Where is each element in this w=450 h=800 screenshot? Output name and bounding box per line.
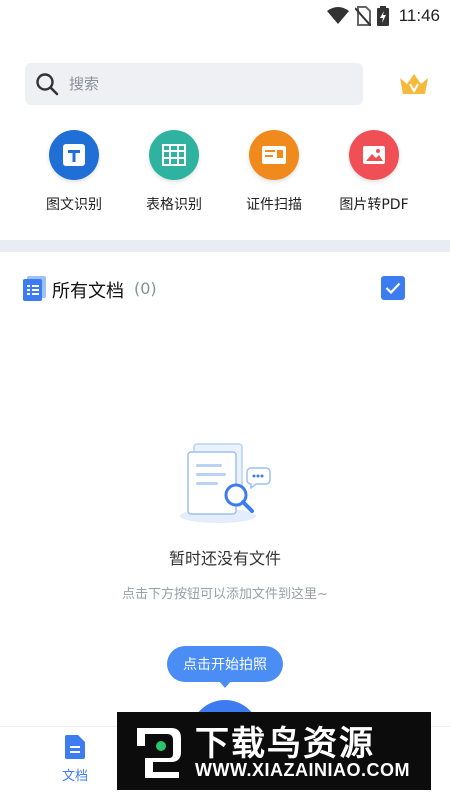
checkmark-icon	[385, 282, 401, 294]
status-icons: 11:46	[326, 6, 440, 26]
documents-count: (0)	[134, 279, 157, 298]
wifi-icon	[326, 7, 349, 24]
vip-crown-icon[interactable]	[397, 70, 431, 98]
empty-state-hint: 点击下方按钮可以添加文件到这里~	[122, 587, 328, 602]
feature-grid: 图文识别 表格识别 证件扫描 图片转PDF	[0, 130, 450, 220]
id-card-icon	[262, 146, 286, 164]
watermark-url: WWW.XIAZAINIAO.COM	[195, 760, 410, 780]
documents-header: 所有文档 (0)	[0, 270, 450, 310]
select-all-checkbox[interactable]	[381, 276, 405, 300]
empty-state-title: 暂时还没有文件	[168, 549, 281, 568]
feature-circle	[249, 130, 299, 180]
search-input[interactable]	[69, 75, 329, 93]
feature-table-recognition[interactable]: 表格识别	[124, 130, 224, 214]
feature-label: 图文识别	[46, 197, 102, 213]
status-bar: 11:46	[0, 0, 450, 32]
status-time: 11:46	[398, 6, 440, 25]
image-icon	[363, 146, 385, 164]
nav-documents-label: 文档	[61, 769, 88, 784]
feature-label: 证件扫描	[246, 197, 302, 213]
text-recognition-icon	[63, 144, 85, 166]
section-divider	[0, 240, 450, 252]
search-icon	[36, 73, 59, 96]
empty-documents-illustration	[180, 443, 271, 523]
feature-circle	[49, 130, 99, 180]
nav-documents-tab[interactable]: 文档	[45, 735, 105, 784]
feature-image-to-pdf[interactable]: 图片转PDF	[324, 130, 424, 214]
watermark-title: 下载鸟资源	[195, 724, 375, 764]
document-list-icon	[23, 276, 46, 301]
feature-text-recognition[interactable]: 图文识别	[24, 130, 124, 214]
battery-charging-icon	[376, 6, 389, 26]
documents-title: 所有文档	[52, 281, 124, 302]
search-bar[interactable]	[25, 63, 363, 105]
table-recognition-icon	[162, 144, 186, 166]
feature-label: 图片转PDF	[339, 197, 409, 213]
bird-logo-icon	[137, 728, 181, 778]
feature-circle	[349, 130, 399, 180]
feature-id-scan[interactable]: 证件扫描	[224, 130, 324, 214]
camera-tooltip: 点击开始拍照	[167, 646, 283, 688]
watermark-banner: 下载鸟资源 WWW.XIAZAINIAO.COM	[117, 712, 431, 790]
no-sim-icon	[354, 6, 371, 26]
feature-circle	[149, 130, 199, 180]
feature-label: 表格识别	[146, 197, 202, 213]
document-icon	[65, 735, 85, 759]
